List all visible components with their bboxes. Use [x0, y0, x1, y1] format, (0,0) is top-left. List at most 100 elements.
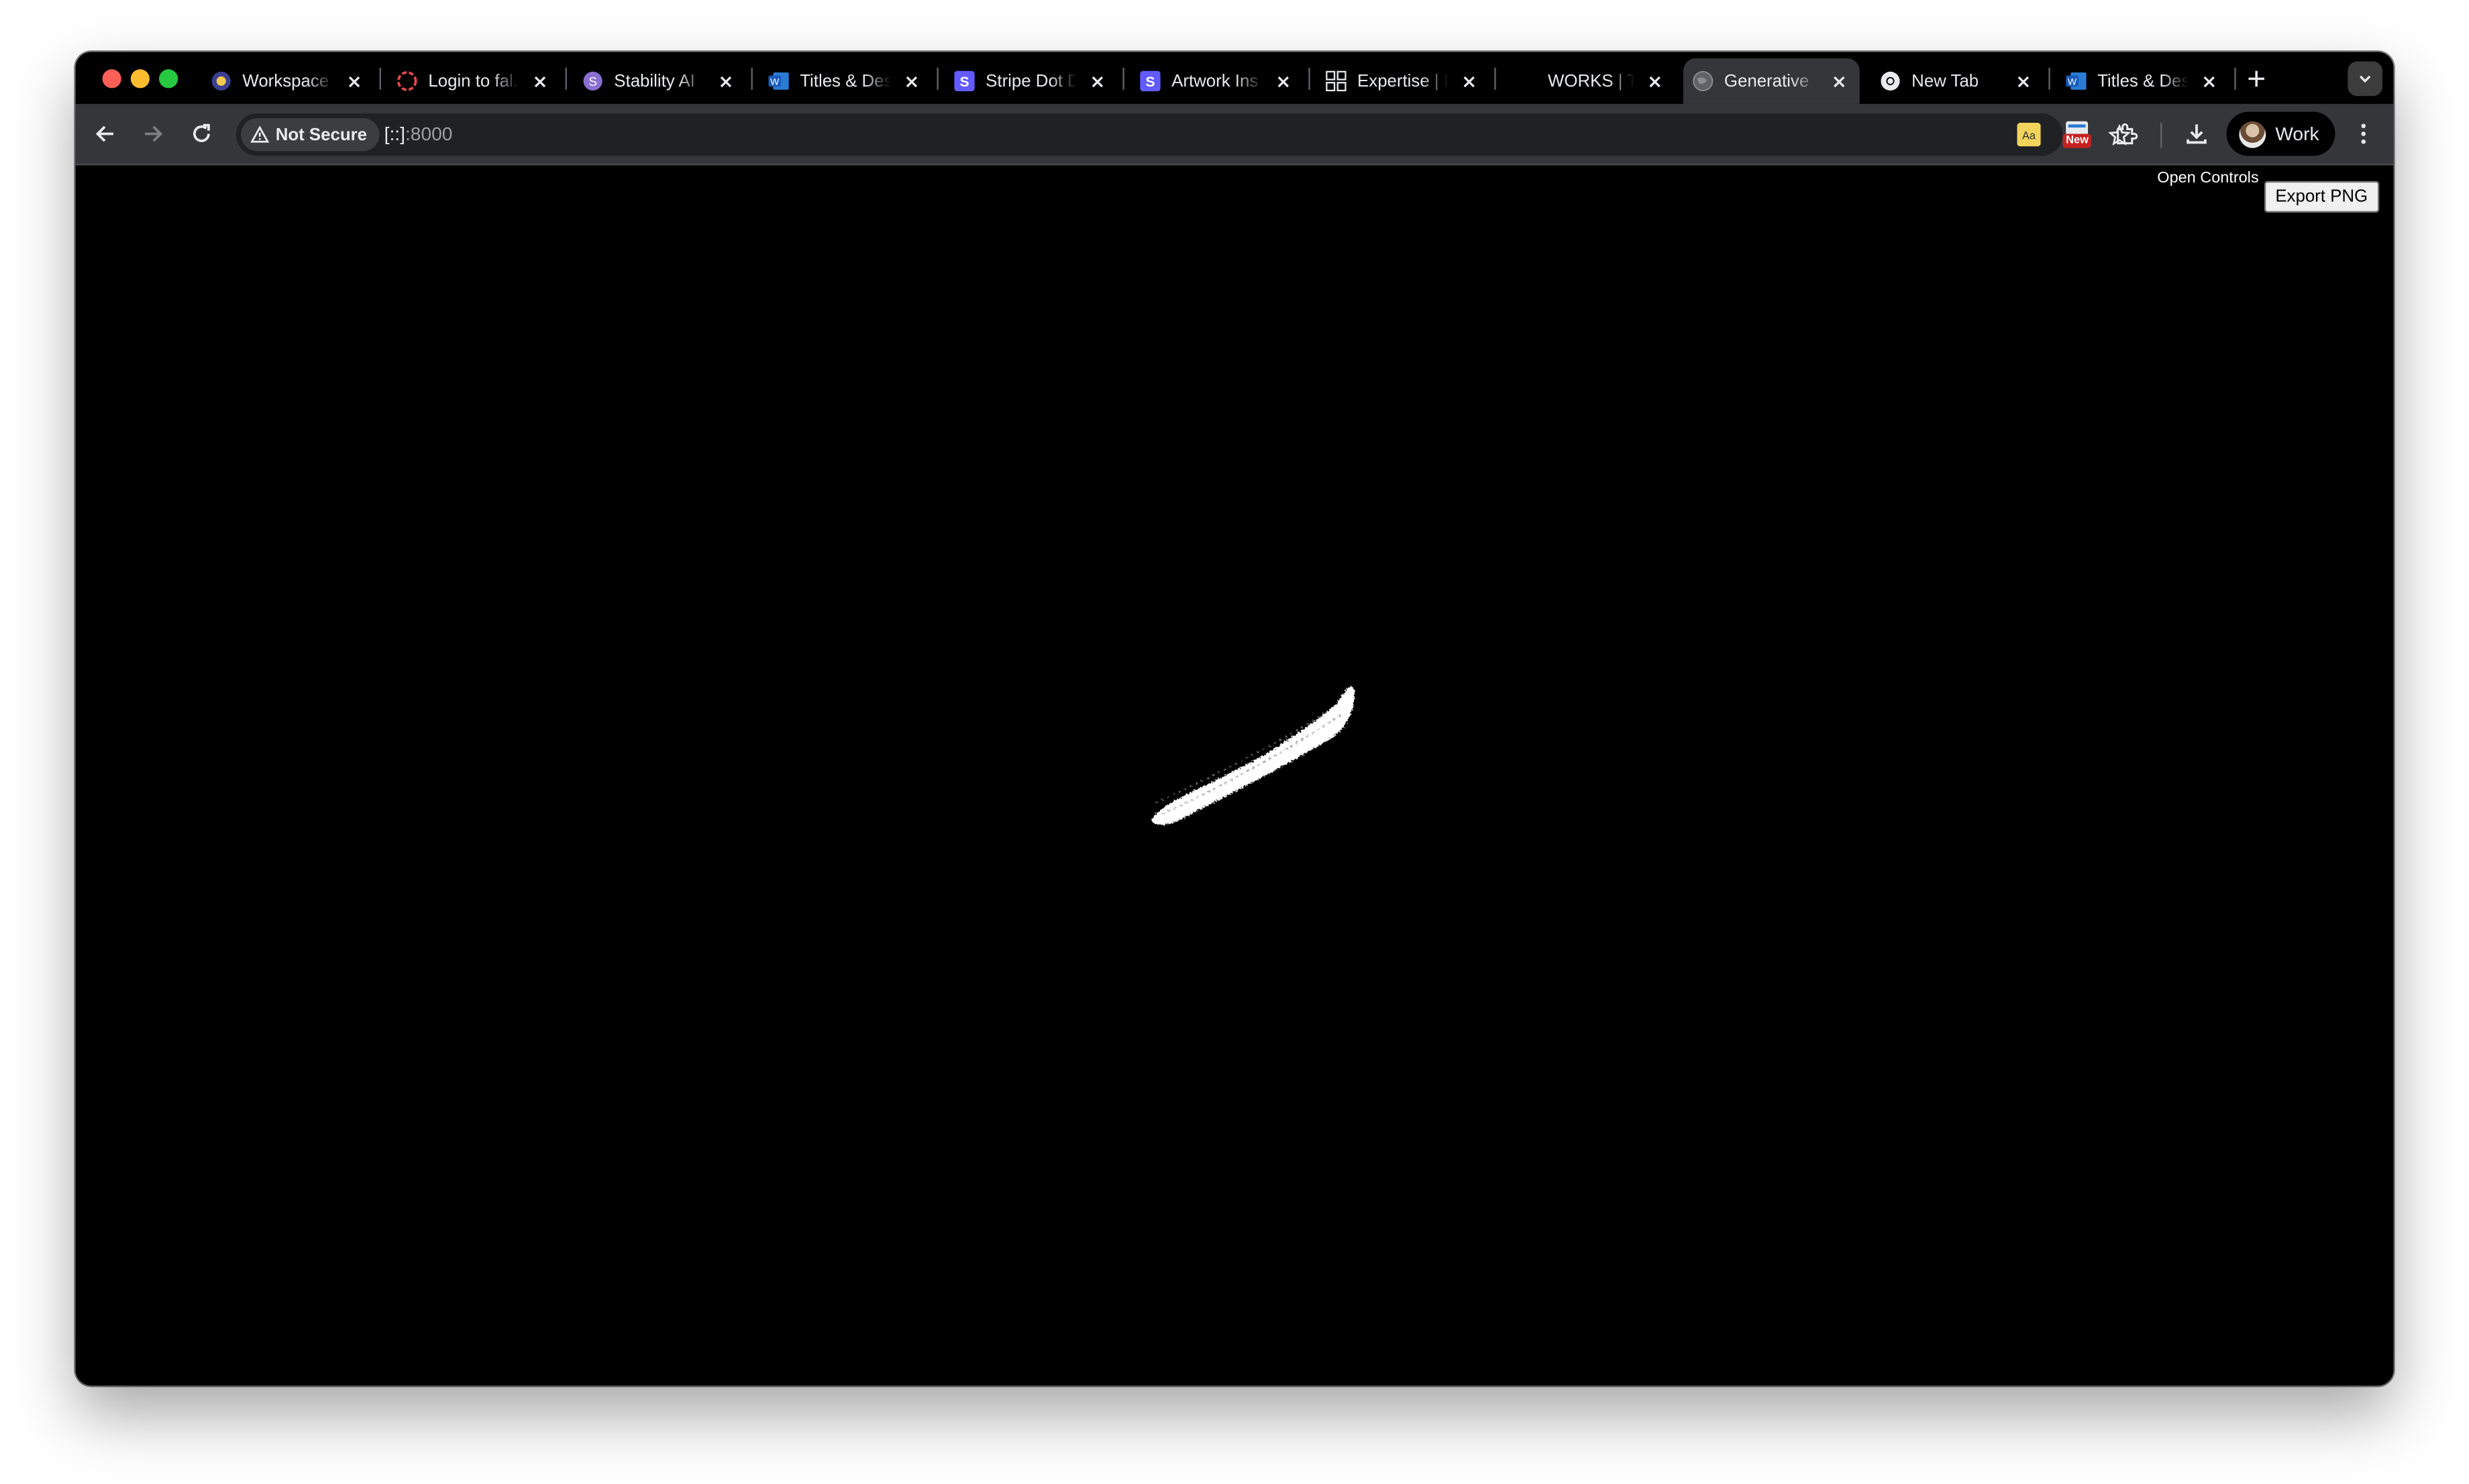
- grid-icon: [1326, 70, 1347, 92]
- dictionary-extension-button[interactable]: Aa: [2014, 119, 2042, 148]
- word-icon: W: [768, 71, 789, 92]
- tab-divider: [2048, 67, 2050, 90]
- close-icon[interactable]: [2012, 70, 2034, 92]
- browser-window: Workspace Login to fal. S Stability AI W…: [75, 52, 2394, 1386]
- workspace-icon: [211, 71, 231, 92]
- chevron-down-icon: [2359, 75, 2371, 83]
- tab-fal-login[interactable]: Login to fal.: [387, 58, 560, 104]
- new-extension-button[interactable]: New: [2062, 119, 2092, 148]
- warning-icon: [250, 125, 270, 143]
- stability-icon: S: [582, 71, 603, 92]
- tab-title: Titles & Des: [800, 71, 892, 91]
- arrow-right-icon: [144, 125, 163, 142]
- close-icon[interactable]: [715, 70, 737, 92]
- tab-stability-ai[interactable]: S Stability AI: [573, 58, 746, 104]
- extensions-button[interactable]: [2111, 119, 2140, 148]
- stripe-icon: S: [1140, 70, 1161, 92]
- tab-artwork-ins[interactable]: S Artwork Ins: [1131, 58, 1304, 104]
- security-chip-label: Not Secure: [275, 125, 368, 144]
- tab-generative[interactable]: Generative: [1683, 58, 1860, 104]
- svg-text:Aa: Aa: [2021, 129, 2036, 142]
- back-button[interactable]: [90, 118, 121, 150]
- word-icon: W: [2066, 71, 2087, 92]
- svg-text:S: S: [588, 74, 597, 89]
- tab-title: Login to fal.: [428, 71, 518, 91]
- reload-icon: [193, 123, 210, 142]
- close-icon[interactable]: [1644, 70, 1666, 92]
- tab-strip: Workspace Login to fal. S Stability AI W…: [75, 52, 2394, 104]
- close-icon[interactable]: [1828, 70, 1850, 92]
- tab-title: WORKS | TI: [1548, 71, 1635, 91]
- url-text[interactable]: [::]:8000: [384, 123, 453, 145]
- tab-divider: [1494, 67, 1496, 90]
- white-brush-stroke: [1151, 686, 1355, 825]
- open-controls-link[interactable]: Open Controls: [2157, 170, 2258, 187]
- tab-workspace[interactable]: Workspace: [201, 58, 374, 104]
- svg-text:W: W: [2068, 76, 2077, 87]
- tab-title: Workspace: [242, 71, 329, 91]
- reload-button[interactable]: [186, 118, 217, 150]
- menu-button[interactable]: [2350, 119, 2378, 148]
- kebab-menu-icon: [2361, 123, 2366, 144]
- generative-canvas[interactable]: [76, 165, 2394, 1385]
- profile-button[interactable]: Work: [2226, 111, 2335, 156]
- downloads-button[interactable]: [2183, 119, 2211, 148]
- page-canvas-area[interactable]: Open Controls Export PNG: [75, 165, 2394, 1386]
- puzzle-icon: [2117, 123, 2138, 145]
- chrome-icon: [1880, 71, 1901, 92]
- tab-title: Titles & Des: [2097, 71, 2189, 91]
- tab-search-button[interactable]: [2348, 61, 2382, 97]
- close-icon[interactable]: [1272, 70, 1294, 92]
- close-icon[interactable]: [1086, 70, 1108, 92]
- toolbar-divider: [2160, 123, 2162, 148]
- new-tab-button[interactable]: [2242, 64, 2270, 93]
- browser-toolbar: Not Secure [::]:8000 Aa New Work: [75, 103, 2394, 166]
- tab-title: Expertise | I: [1357, 71, 1449, 91]
- avatar: [2239, 120, 2266, 148]
- tab-titles-descriptions[interactable]: W Titles & Des: [759, 58, 932, 104]
- url-host: [::]: [384, 123, 405, 145]
- tab-divider: [2234, 67, 2236, 90]
- tab-new-tab[interactable]: New Tab: [1871, 58, 2044, 104]
- close-icon[interactable]: [900, 70, 923, 92]
- close-icon[interactable]: [344, 70, 366, 92]
- close-icon[interactable]: [2198, 70, 2220, 92]
- plus-icon: [2248, 70, 2264, 87]
- forward-button[interactable]: [137, 118, 168, 150]
- maximize-window-button[interactable]: [159, 69, 178, 89]
- profile-name: Work: [2275, 123, 2319, 145]
- tab-divider: [751, 67, 753, 90]
- tab-title: Artwork Ins: [1171, 71, 1259, 91]
- tab-divider: [565, 67, 567, 90]
- tab-title: Stability AI: [614, 71, 695, 91]
- close-icon[interactable]: [529, 70, 551, 92]
- tab-title: New Tab: [1911, 71, 1979, 91]
- export-png-button[interactable]: Export PNG: [2264, 180, 2379, 213]
- svg-text:W: W: [770, 76, 780, 87]
- tab-expertise[interactable]: Expertise | I: [1316, 58, 1489, 104]
- tab-title: Generative: [1724, 71, 1809, 91]
- address-bar[interactable]: Not Secure [::]:8000: [236, 113, 2131, 156]
- security-chip[interactable]: Not Secure: [241, 118, 380, 152]
- download-icon: [2187, 124, 2207, 144]
- stripe-icon: S: [954, 70, 975, 92]
- tab-title: Stripe Dot D: [986, 71, 1078, 91]
- new-badge: New: [2062, 134, 2092, 148]
- svg-text:S: S: [959, 74, 969, 90]
- tab-works[interactable]: WORKS | TI: [1502, 58, 1675, 104]
- tab-divider: [1122, 67, 1124, 90]
- tab-divider: [1308, 67, 1310, 90]
- arrow-left-icon: [95, 125, 113, 142]
- fal-icon: [397, 71, 417, 92]
- url-port: :8000: [405, 123, 453, 145]
- blank-icon: [1512, 71, 1537, 92]
- dictionary-icon: Aa: [2016, 121, 2040, 146]
- close-window-button[interactable]: [102, 69, 121, 89]
- globe-icon: [1693, 70, 1714, 92]
- tab-divider: [379, 67, 381, 90]
- tab-stripe-dot[interactable]: S Stripe Dot D: [945, 58, 1118, 104]
- tab-titles-descriptions-2[interactable]: W Titles & Des: [2056, 58, 2229, 104]
- tab-divider: [937, 67, 939, 90]
- minimize-window-button[interactable]: [130, 69, 150, 89]
- close-icon[interactable]: [1458, 70, 1480, 92]
